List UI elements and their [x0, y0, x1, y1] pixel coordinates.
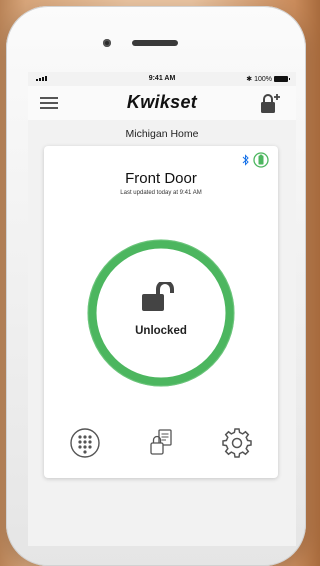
add-lock-icon[interactable]: [258, 91, 282, 115]
battery-full-icon: [253, 152, 269, 168]
app-screen: 9:41 AM ✱ 100% Kwikset Michigan Home Fro…: [28, 72, 296, 546]
brand-logo: Kwikset: [126, 92, 198, 112]
status-ring: [87, 239, 235, 387]
history-icon[interactable]: [144, 426, 178, 460]
last-updated-text: Last updated today at 9:41 AM: [120, 190, 202, 196]
unlocked-padlock-icon: [142, 282, 174, 311]
lock-status-label: Unlocked: [135, 325, 187, 337]
keypad-icon[interactable]: [68, 426, 102, 460]
status-battery-group: ✱ 100%: [246, 75, 290, 83]
home-name[interactable]: Michigan Home: [28, 128, 296, 140]
lock-card: Front Door Last updated today at 9:41 AM…: [44, 146, 278, 478]
phone-frame: 9:41 AM ✱ 100% Kwikset Michigan Home Fro…: [6, 6, 306, 566]
settings-gear-icon[interactable]: [220, 426, 254, 460]
bluetooth-icon: [242, 154, 249, 166]
bluetooth-status-icon: ✱: [246, 76, 253, 83]
lock-name: Front Door: [125, 170, 197, 187]
battery-percent: 100%: [254, 75, 272, 83]
front-camera: [103, 39, 111, 47]
bottom-actions: [44, 426, 278, 462]
battery-icon: [274, 76, 290, 82]
earpiece-speaker: [132, 40, 178, 46]
status-bar: 9:41 AM ✱ 100%: [28, 72, 296, 86]
app-header: Kwikset: [28, 86, 296, 120]
lock-toggle-button[interactable]: Unlocked: [86, 238, 236, 388]
